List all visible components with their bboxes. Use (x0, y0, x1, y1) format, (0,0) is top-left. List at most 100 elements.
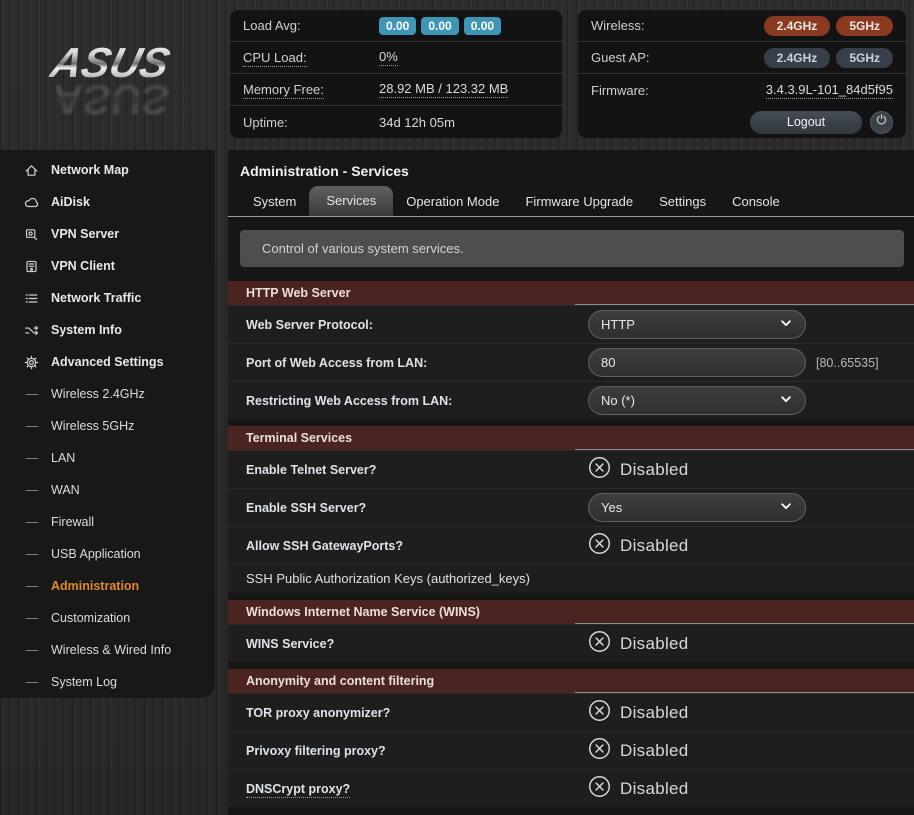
status-toggle[interactable]: Disabled (588, 630, 689, 658)
row-label-text: Enable SSH Server? (246, 500, 367, 515)
settings-section: Anonymity and content filtering TOR proxy… (228, 669, 914, 807)
select-value: Yes (601, 500, 623, 515)
system-status-panel: Load Avg: 0.00 0.00 0.00 CPU Load: 0% Memory F… (230, 10, 562, 138)
band-badge[interactable]: 2.4GHz (763, 47, 831, 68)
firmware-version: 3.4.3.9L-101_84d5f95 (765, 81, 893, 99)
status-row-label: Uptime: (243, 115, 379, 130)
band-badge[interactable]: 5GHz (836, 15, 893, 36)
sidebar-item-label: System Info (51, 323, 122, 337)
gear-icon (24, 354, 40, 370)
power-icon (875, 113, 888, 131)
load-avg-badge: 0.00 (421, 16, 459, 35)
x-circle-icon (588, 737, 611, 765)
logout-button[interactable]: Logout (750, 110, 862, 134)
sidebar-item-aidisk[interactable]: AiDisk (0, 186, 215, 218)
vpn-client-icon (24, 258, 40, 274)
sidebar-item-label: Network Map (51, 163, 129, 177)
tab-firmware-upgrade[interactable]: Firmware Upgrade (512, 188, 646, 216)
tab-settings[interactable]: Settings (646, 188, 719, 216)
status-toggle[interactable]: Disabled (588, 775, 689, 803)
status-toggle[interactable]: Disabled (588, 699, 689, 727)
row-value: Yes (575, 493, 914, 522)
row-value: [80..65535] (575, 348, 914, 377)
status-toggle[interactable]: Disabled (588, 456, 689, 484)
home-icon (24, 162, 40, 178)
band-badge[interactable]: 2.4GHz (763, 15, 831, 36)
sidebar-item-label: VPN Client (51, 259, 115, 273)
reboot-button[interactable] (870, 110, 893, 134)
status-row: CPU Load: 0% (230, 42, 562, 74)
settings-row: WINS Service? Disabled (228, 624, 914, 662)
sidebar-item-administration[interactable]: — Administration (0, 570, 215, 602)
tab-system[interactable]: System (240, 188, 309, 216)
sidebar-item-label: Customization (51, 611, 131, 625)
select-value: HTTP (601, 317, 635, 332)
sidebar-sub-dash: — (25, 675, 39, 689)
status-row-value: 28.92 MB / 123.32 MB (379, 81, 509, 98)
sidebar-item-system-info[interactable]: System Info (0, 314, 215, 346)
page-title: Administration - Services (240, 163, 409, 179)
status-row: Load Avg: 0.00 0.00 0.00 (230, 10, 562, 42)
sidebar-item-label: WAN (51, 483, 80, 497)
status-text: Disabled (620, 778, 689, 798)
row-value: Disabled (575, 532, 914, 560)
x-circle-icon (588, 456, 611, 484)
status-row: Memory Free: 28.92 MB / 123.32 MB (230, 74, 562, 106)
status-toggle[interactable]: Disabled (588, 737, 689, 765)
status-row-label-text: Load Avg: (243, 18, 301, 33)
sidebar-item-vpn-client[interactable]: VPN Client (0, 250, 215, 282)
status-text: Disabled (620, 459, 689, 479)
status-row-label-text: Uptime: (243, 114, 288, 130)
sidebar-item-advanced-settings[interactable]: Advanced Settings (0, 346, 215, 378)
sidebar-item-network-traffic[interactable]: Network Traffic (0, 282, 215, 314)
sidebar-item-label: Network Traffic (51, 291, 142, 305)
sidebar-item-wireless-2-4ghz[interactable]: — Wireless 2.4GHz (0, 378, 215, 410)
sidebar-item-label: USB Application (51, 547, 141, 561)
sidebar-item-wireless-5ghz[interactable]: — Wireless 5GHz (0, 410, 215, 442)
sidebar-item-usb-application[interactable]: — USB Application (0, 538, 215, 570)
row-value: Disabled (575, 699, 914, 727)
sidebar-item-wan[interactable]: — WAN (0, 474, 215, 506)
status-row-label-text: Memory Free: (243, 82, 324, 99)
select-value: No (*) (601, 393, 635, 408)
sidebar-item-label: VPN Server (51, 227, 120, 241)
sidebar-item-system-log[interactable]: — System Log (0, 666, 215, 698)
row-label-text: SSH Public Authorization Keys (authorize… (246, 571, 530, 586)
tab-services[interactable]: Services (309, 186, 394, 216)
x-circle-icon (588, 699, 611, 727)
section-header: Windows Internet Name Service (WINS) (228, 600, 914, 624)
sidebar-item-network-map[interactable]: Network Map (0, 154, 215, 186)
row-value: Disabled (575, 456, 914, 484)
band-badge[interactable]: 5GHz (836, 47, 893, 68)
load-avg-badge: 0.00 (463, 16, 502, 35)
sidebar-item-customization[interactable]: — Customization (0, 602, 215, 634)
settings-row: DNSCrypt proxy? Disabled (228, 769, 914, 807)
row-label: SSH Public Authorization Keys (authorize… (228, 570, 575, 588)
settings-section: Windows Internet Name Service (WINS) WINS… (228, 600, 914, 662)
cloud-icon (24, 194, 40, 210)
status-text: Disabled (620, 702, 689, 722)
sidebar-item-lan[interactable]: — LAN (0, 442, 215, 474)
tab-operation-mode[interactable]: Operation Mode (393, 188, 512, 216)
select-control[interactable]: No (*) (588, 386, 806, 415)
row-label-text: Restricting Web Access from LAN: (246, 393, 453, 408)
sidebar-item-label: Wireless 5GHz (51, 419, 135, 433)
tab-console[interactable]: Console (719, 188, 793, 216)
section-header-label: Anonymity and content filtering (246, 674, 435, 688)
row-label-text: Allow SSH GatewayPorts? (246, 538, 403, 553)
text-input[interactable] (588, 348, 806, 377)
status-toggle[interactable]: Disabled (588, 532, 689, 560)
asus-logo: ASUS ASUS (28, 39, 193, 123)
load-avg-badges: 0.00 0.00 0.00 (379, 16, 506, 35)
row-label: Web Server Protocol: (228, 316, 575, 334)
select-control[interactable]: Yes (588, 493, 806, 522)
status-text: Disabled (620, 535, 689, 555)
sidebar-item-wireless-wired-info[interactable]: — Wireless & Wired Info (0, 634, 215, 666)
wireless-row-value: 2.4GHz 5GHz (758, 47, 893, 68)
sidebar-item-vpn-server[interactable]: VPN Server (0, 218, 215, 250)
row-label-text: WINS Service? (246, 636, 335, 651)
row-label-text: Privoxy filtering proxy? (246, 743, 386, 758)
select-control[interactable]: HTTP (588, 310, 806, 339)
sidebar-item-firewall[interactable]: — Firewall (0, 506, 215, 538)
row-label-text: Enable Telnet Server? (246, 462, 377, 477)
